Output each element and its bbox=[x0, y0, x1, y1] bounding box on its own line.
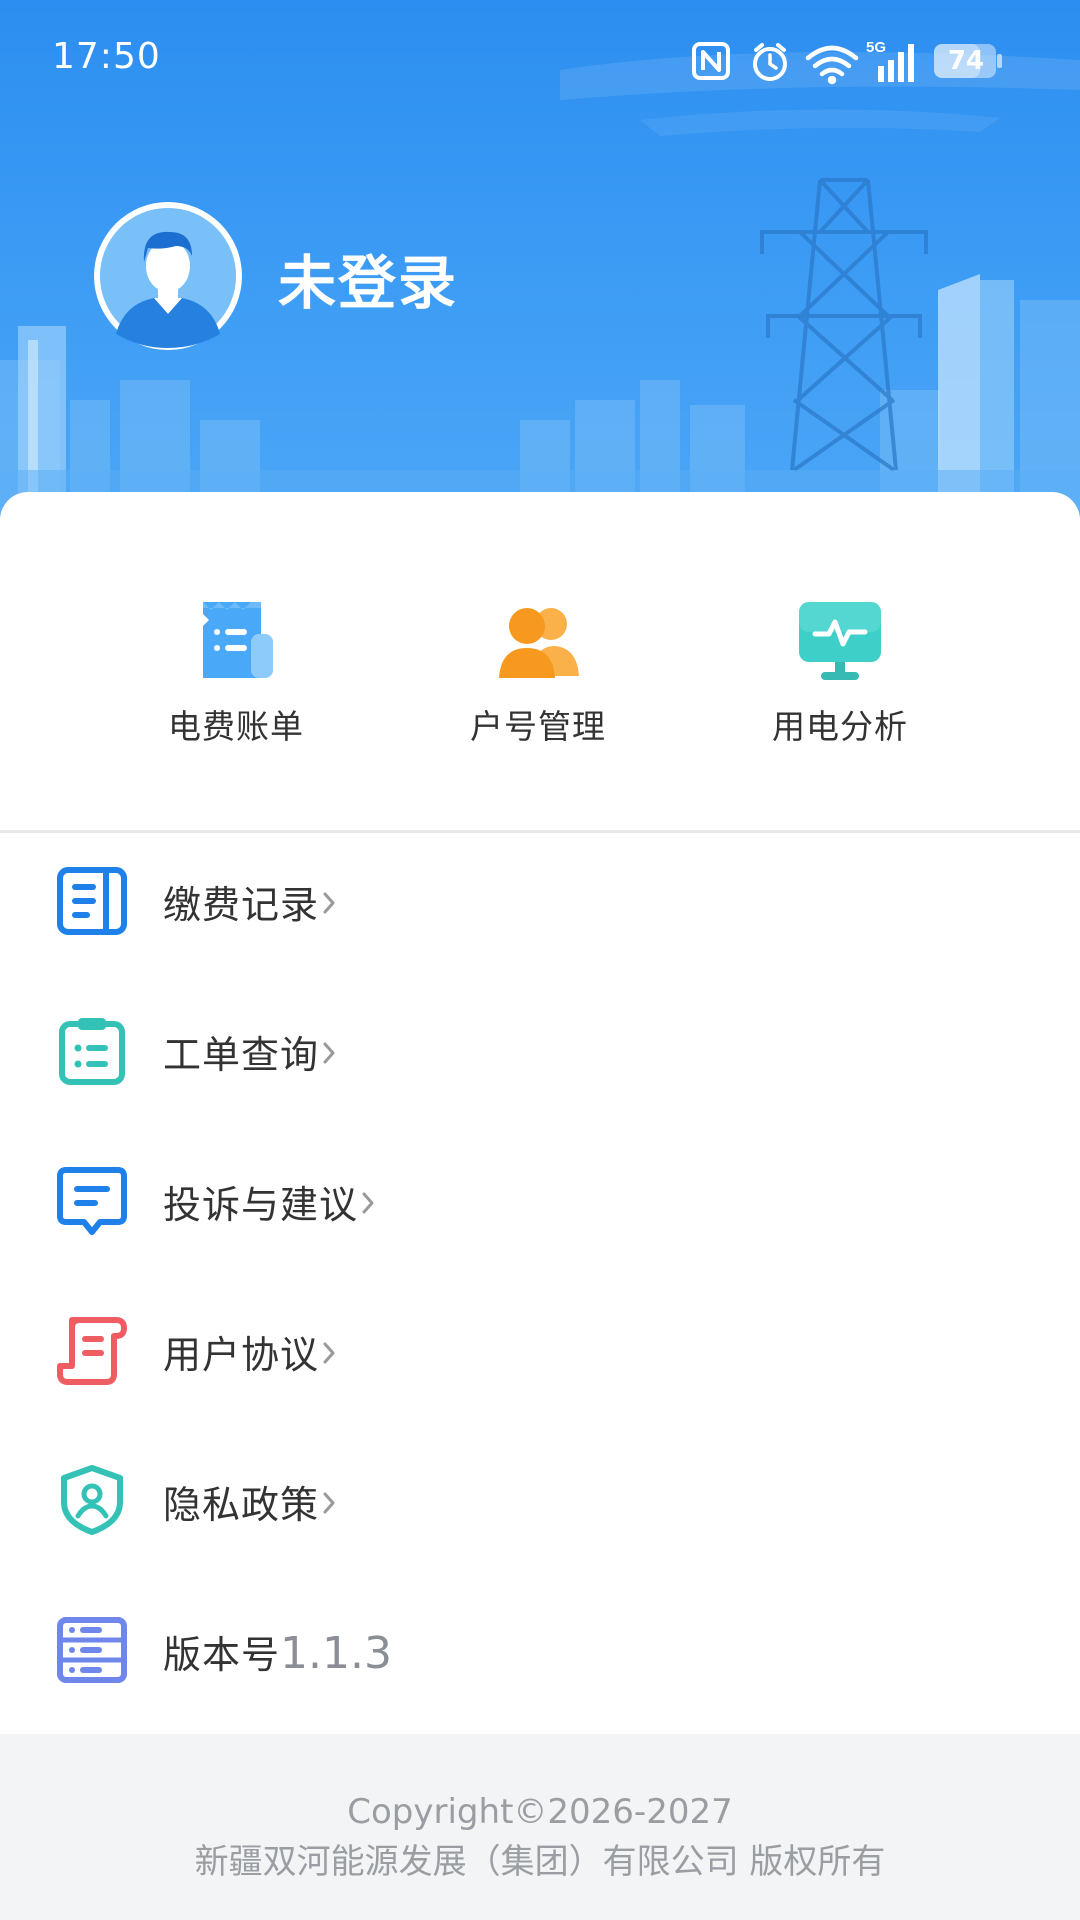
status-time: 17:50 bbox=[52, 36, 161, 77]
company-text: 新疆双河能源发展（集团）有限公司 版权所有 bbox=[194, 1842, 886, 1882]
chevron-right-icon bbox=[362, 1192, 374, 1214]
wifi-icon bbox=[805, 45, 859, 85]
scroll-icon bbox=[57, 1317, 127, 1385]
profile-header: 17:50 5G 74 未登录 bbox=[0, 0, 1080, 520]
footer: Copyright©2026-2027 新疆双河能源发展（集团）有限公司 版权所… bbox=[0, 1734, 1080, 1920]
copyright-text: Copyright©2026-2027 bbox=[347, 1792, 733, 1832]
monitor-pulse-icon bbox=[799, 602, 881, 680]
chevron-right-icon bbox=[323, 1042, 335, 1064]
app-screen: 17:50 5G 74 未登录 电费账单 户号管理 用电分析 缴费记录 工单查询… bbox=[0, 0, 1080, 1920]
menu-item-user-agreement[interactable]: 用户协议 bbox=[0, 1300, 1080, 1400]
menu-item-label: 隐私政策 bbox=[163, 1483, 320, 1527]
menu-item-label-wrap: 版本号1.1.3 bbox=[163, 1624, 392, 1679]
menu-item-complaints-suggestions[interactable]: 投诉与建议 bbox=[0, 1150, 1080, 1250]
svg-text:5G: 5G bbox=[866, 39, 886, 56]
battery-level: 74 bbox=[947, 46, 985, 76]
menu-item-label-wrap: 隐私政策 bbox=[163, 1474, 337, 1529]
menu-item-work-order-query[interactable]: 工单查询 bbox=[0, 1000, 1080, 1100]
nfc-icon bbox=[692, 42, 730, 80]
user-avatar-icon[interactable] bbox=[92, 200, 244, 352]
message-icon bbox=[57, 1167, 127, 1235]
menu-item-version: 版本号1.1.3 bbox=[0, 1600, 1080, 1700]
receipt-icon bbox=[203, 602, 273, 678]
quick-action-label: 户号管理 bbox=[470, 707, 606, 746]
quick-action-account-management[interactable]: 户号管理 bbox=[418, 596, 658, 746]
users-icon bbox=[499, 608, 579, 678]
menu-item-privacy-policy[interactable]: 隐私政策 bbox=[0, 1450, 1080, 1550]
status-bar: 17:50 5G 74 bbox=[0, 0, 1080, 120]
shield-user-icon bbox=[61, 1465, 123, 1535]
menu-item-label-wrap: 工单查询 bbox=[163, 1024, 337, 1079]
chevron-right-icon bbox=[323, 1342, 335, 1364]
menu-item-label-wrap: 投诉与建议 bbox=[163, 1174, 376, 1229]
clipboard-icon bbox=[59, 1018, 125, 1085]
quick-action-usage-analysis[interactable]: 用电分析 bbox=[720, 596, 960, 746]
document-list-icon bbox=[57, 867, 127, 935]
version-number: 1.1.3 bbox=[280, 1628, 392, 1679]
login-status-name[interactable]: 未登录 bbox=[278, 236, 458, 320]
section-divider bbox=[0, 830, 1080, 833]
alarm-icon bbox=[753, 43, 787, 81]
chevron-right-icon bbox=[323, 892, 335, 914]
menu-item-label-wrap: 用户协议 bbox=[163, 1324, 337, 1379]
menu-item-label: 投诉与建议 bbox=[163, 1183, 359, 1227]
menu-item-label: 用户协议 bbox=[163, 1333, 320, 1377]
quick-action-label: 电费账单 bbox=[168, 707, 304, 746]
chevron-right-icon bbox=[323, 1492, 335, 1514]
server-icon bbox=[57, 1617, 127, 1683]
quick-action-label: 用电分析 bbox=[772, 707, 908, 746]
menu-item-label-wrap: 缴费记录 bbox=[163, 874, 337, 929]
cellular-signal-icon: 5G bbox=[866, 39, 914, 82]
main-card: 电费账单 户号管理 用电分析 缴费记录 工单查询 投诉与建议 用户协议 隐私政策… bbox=[0, 492, 1080, 1734]
menu-item-payment-records[interactable]: 缴费记录 bbox=[0, 850, 1080, 950]
menu-item-label: 工单查询 bbox=[163, 1033, 320, 1077]
menu-item-label: 版本号 bbox=[163, 1633, 281, 1677]
menu-item-label: 缴费记录 bbox=[163, 883, 320, 927]
quick-action-electricity-bill[interactable]: 电费账单 bbox=[116, 596, 356, 746]
